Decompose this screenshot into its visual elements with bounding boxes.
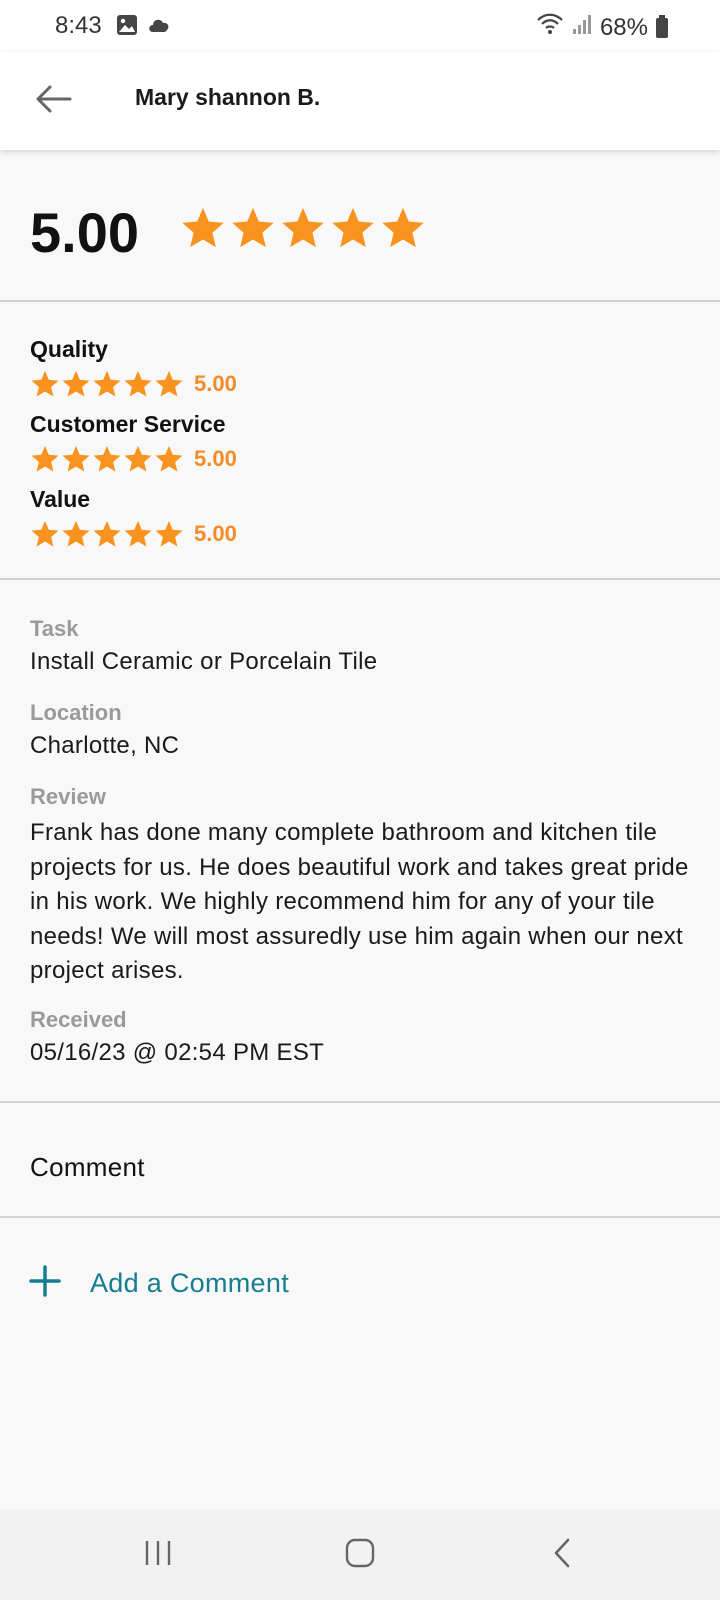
star-icon [31,520,59,547]
star-icon [62,445,90,472]
star-icon [124,520,152,547]
overall-stars [180,205,426,251]
home-button[interactable] [330,1530,390,1580]
plus-icon [28,1264,62,1303]
rating-value: Value 5.00 [30,486,237,549]
rating-score: 5.00 [194,446,237,471]
star-icon [282,207,324,248]
image-icon [116,14,138,41]
divider [0,1216,720,1218]
add-comment-label: Add a Comment [90,1268,289,1298]
star-icon [31,445,59,472]
star-icon [93,445,121,472]
location-value: Charlotte, NC [30,732,180,759]
battery-icon [656,14,668,38]
comment-heading: Comment [30,1152,145,1182]
system-nav-bar [0,1510,720,1600]
cloud-icon [146,14,172,41]
back-button[interactable] [28,76,78,126]
task-label: Task [30,616,79,641]
status-left-icons [116,14,172,41]
wifi-icon [536,12,564,43]
star-icon [62,370,90,397]
star-icon [155,445,183,472]
rating-stars [30,519,184,549]
star-icon [93,520,121,547]
status-time: 8:43 [55,12,102,39]
status-right: 68% [536,12,668,43]
rating-stars [30,444,184,474]
star-icon [124,445,152,472]
recent-apps-icon [142,1538,174,1573]
divider [0,1101,720,1103]
battery-text: 68% [599,13,648,41]
page-title: Mary shannon B. [135,84,321,110]
rating-label: Value [30,486,91,512]
star-icon [124,370,152,397]
received-label: Received [30,1007,127,1032]
nav-back-button[interactable] [532,1530,592,1580]
review-text: Frank has done many complete bathroom an… [30,819,689,984]
star-icon [182,207,224,248]
add-comment-button[interactable]: Add a Comment [28,1264,289,1303]
rating-score: 5.00 [194,371,237,396]
divider [0,300,720,302]
location-label: Location [30,700,122,725]
star-icon [31,370,59,397]
received-value: 05/16/23 @ 02:54 PM EST [30,1039,325,1066]
arrow-left-icon [34,84,72,119]
rating-stars [30,369,184,399]
back-icon [550,1537,574,1574]
rating-label: Customer Service [30,411,226,437]
star-icon [155,370,183,397]
overall-rating: 5.00 [0,150,720,300]
overall-score: 5.00 [30,201,139,264]
rating-quality: Quality 5.00 [30,336,237,399]
recent-apps-button[interactable] [128,1530,188,1580]
star-icon [62,520,90,547]
star-icon [332,207,374,248]
app-header: Mary shannon B. [0,52,720,150]
task-value: Install Ceramic or Porcelain Tile [30,648,378,675]
signal-icon [572,13,592,42]
home-icon [344,1537,376,1574]
star-icon [382,207,424,248]
star-icon [155,520,183,547]
rating-label: Quality [30,336,108,362]
star-icon [232,207,274,248]
divider [0,578,720,580]
status-bar: 8:43 68% [0,0,720,52]
rating-score: 5.00 [194,521,237,546]
rating-customer-service: Customer Service 5.00 [30,411,237,474]
star-icon [93,370,121,397]
review-label: Review [30,784,106,809]
